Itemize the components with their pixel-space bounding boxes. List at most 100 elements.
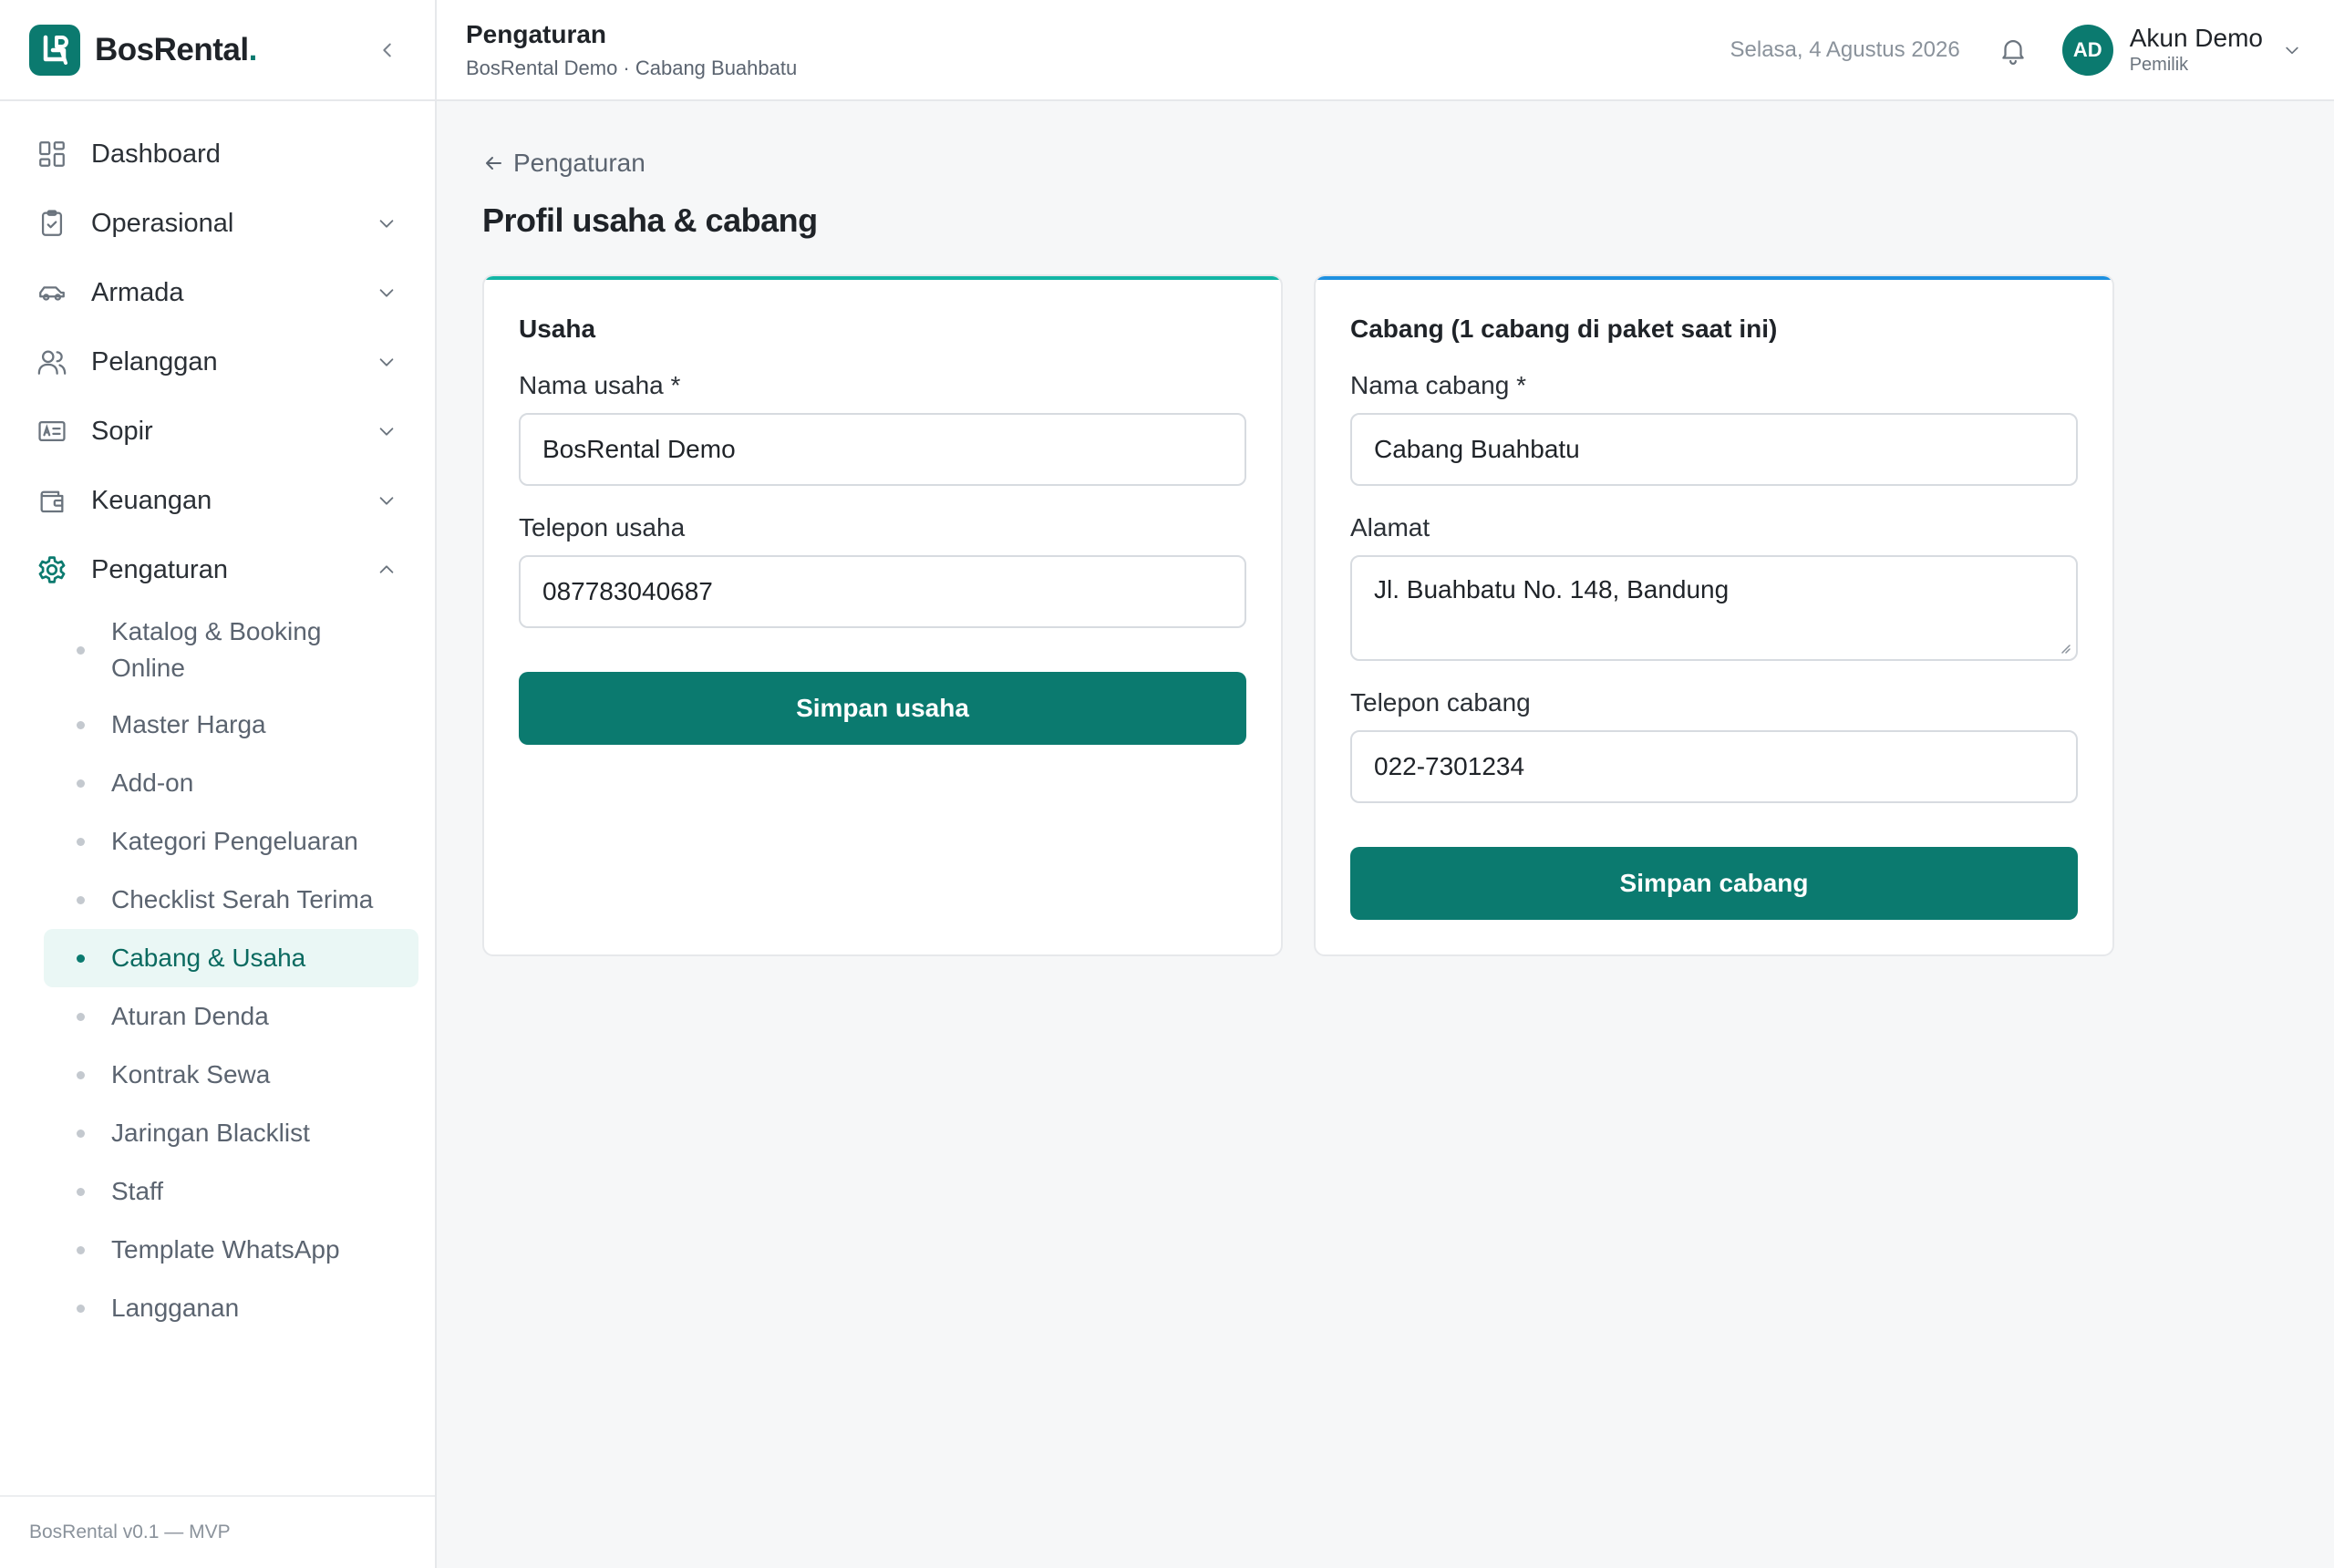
sidebar-item-dashboard[interactable]: Dashboard [0, 119, 435, 189]
nama-cabang-label: Nama cabang * [1350, 371, 1527, 399]
topbar-title: Pengaturan [466, 19, 607, 48]
nama-usaha-input[interactable]: BosRental Demo [519, 413, 1246, 486]
sidebar-item-keuangan[interactable]: Keuangan [0, 466, 435, 535]
bullet-dot [77, 646, 85, 655]
chevron-down-icon[interactable] [2279, 37, 2305, 63]
chevron-down-icon [373, 210, 400, 237]
subitem-label: Staff [111, 1177, 164, 1205]
bullet-dot [77, 721, 85, 729]
telepon-cabang-input[interactable]: 022-7301234 [1350, 730, 2078, 803]
subitem-label: Kategori Pengeluaran [111, 827, 358, 855]
subitem-label: Katalog & Booking Online [111, 617, 322, 682]
sidebar-item-pelanggan[interactable]: Pelanggan [0, 327, 435, 397]
back-link[interactable]: Pengaturan [482, 149, 645, 178]
topbar-titles: Pengaturan BosRental Demo · Cabang Buahb… [466, 20, 797, 80]
chevron-up-icon [373, 556, 400, 583]
arrow-left-icon [482, 152, 504, 174]
brand-name[interactable]: BosRental. [95, 32, 257, 68]
wallet-icon [35, 483, 69, 518]
clipboard-icon [35, 206, 69, 241]
telepon-cabang-label: Telepon cabang [1350, 688, 1531, 717]
sidebar-item-armada[interactable]: Armada [0, 258, 435, 327]
bell-icon[interactable] [1995, 32, 2031, 68]
subitem-label: Template WhatsApp [111, 1235, 340, 1264]
sidebar-item-operasional[interactable]: Operasional [0, 189, 435, 258]
bullet-dot [77, 954, 85, 963]
nama-usaha-label: Nama usaha * [519, 371, 681, 399]
subitem-label: Jaringan Blacklist [111, 1119, 310, 1147]
topbar-right: Selasa, 4 Agustus 2026 AD Akun Demo Pemi… [1730, 24, 2305, 76]
bullet-dot [77, 1188, 85, 1196]
version-footer: BosRental v0.1 — MVP [0, 1495, 435, 1568]
car-icon [35, 275, 69, 310]
subitem-kategori-pengeluaran[interactable]: Kategori Pengeluaran [44, 812, 418, 871]
users-icon [35, 345, 69, 379]
user-name: Akun Demo [2129, 24, 2263, 52]
bullet-dot [77, 896, 85, 904]
sidebar-item-label: Armada [91, 277, 184, 307]
bullet-dot [77, 779, 85, 788]
subitem-template-whatsapp[interactable]: Template WhatsApp [44, 1221, 418, 1279]
subitem-label: Add-on [111, 769, 194, 797]
page-title: Profil usaha & cabang [482, 201, 818, 239]
subitem-label: Langganan [111, 1294, 240, 1322]
main-content: Pengaturan Profil usaha & cabang Usaha N… [437, 101, 2334, 1568]
topbar-subtitle: BosRental Demo · Cabang Buahbatu [466, 56, 798, 79]
sidebar-item-label: Pelanggan [91, 346, 218, 377]
sidebar-item-label: Operasional [91, 208, 234, 238]
telepon-usaha-label: Telepon usaha [519, 513, 686, 542]
brand-header: BosRental. [0, 0, 435, 101]
resize-handle-icon[interactable] [2058, 641, 2071, 654]
alamat-textarea[interactable]: Jl. Buahbatu No. 148, Bandung [1350, 555, 2078, 661]
subitem-add-on[interactable]: Add-on [44, 754, 418, 812]
user-role: Pemilik [2129, 55, 2189, 75]
subitem-staff[interactable]: Staff [44, 1162, 418, 1221]
collapse-chevron-icon[interactable] [369, 32, 406, 68]
subitem-checklist-serah-terima[interactable]: Checklist Serah Terima [44, 871, 418, 929]
logo-icon[interactable] [29, 24, 80, 76]
current-date: Selasa, 4 Agustus 2026 [1730, 36, 1960, 62]
bullet-dot [77, 838, 85, 846]
topbar: Pengaturan BosRental Demo · Cabang Buahb… [437, 0, 2334, 101]
subitem-katalog-booking[interactable]: Katalog & Booking Online [44, 604, 418, 696]
subitem-jaringan-blacklist[interactable]: Jaringan Blacklist [44, 1104, 418, 1162]
subitem-langganan[interactable]: Langganan [44, 1279, 418, 1337]
chevron-down-icon [373, 279, 400, 306]
bullet-dot [77, 1130, 85, 1138]
alamat-label: Alamat [1350, 513, 1430, 542]
sidebar: BosRental. Dashboard Operasional Armada [0, 0, 437, 1568]
settings-submenu: Katalog & Booking Online Master Harga Ad… [0, 604, 435, 1337]
subitem-label: Master Harga [111, 710, 266, 738]
chevron-down-icon [373, 348, 400, 376]
user-info[interactable]: Akun Demo Pemilik [2130, 24, 2263, 76]
subitem-label: Kontrak Sewa [111, 1060, 271, 1088]
cabang-card: Cabang (1 cabang di paket saat ini) Nama… [1314, 274, 2114, 956]
chevron-down-icon [373, 487, 400, 514]
gear-icon [35, 552, 69, 587]
nama-cabang-input[interactable]: Cabang Buahbatu [1350, 413, 2078, 486]
avatar[interactable]: AD [2061, 24, 2113, 76]
alamat-value: Jl. Buahbatu No. 148, Bandung [1374, 575, 1730, 603]
sidebar-item-label: Sopir [91, 416, 153, 446]
dashboard-icon [35, 137, 69, 171]
bullet-dot [77, 1013, 85, 1021]
subitem-cabang-usaha[interactable]: Cabang & Usaha [44, 929, 418, 987]
subitem-label: Checklist Serah Terima [111, 885, 374, 913]
simpan-cabang-button[interactable]: Simpan cabang [1350, 847, 2078, 920]
subitem-kontrak-sewa[interactable]: Kontrak Sewa [44, 1046, 418, 1104]
bullet-dot [77, 1071, 85, 1079]
subitem-label: Cabang & Usaha [111, 944, 306, 972]
usaha-card-title: Usaha [519, 315, 596, 343]
telepon-usaha-input[interactable]: 087783040687 [519, 555, 1246, 628]
usaha-card: Usaha Nama usaha * BosRental Demo Telepo… [482, 274, 1283, 956]
subitem-aturan-denda[interactable]: Aturan Denda [44, 987, 418, 1046]
back-link-label: Pengaturan [513, 149, 645, 177]
bullet-dot [77, 1305, 85, 1313]
subitem-master-harga[interactable]: Master Harga [44, 696, 418, 754]
simpan-usaha-button[interactable]: Simpan usaha [519, 672, 1246, 745]
sidebar-item-sopir[interactable]: Sopir [0, 397, 435, 466]
cabang-card-title: Cabang (1 cabang di paket saat ini) [1350, 315, 1778, 343]
sidebar-nav: Dashboard Operasional Armada Pelanggan S… [0, 101, 435, 1337]
cards-row: Usaha Nama usaha * BosRental Demo Telepo… [482, 274, 2288, 956]
sidebar-item-pengaturan[interactable]: Pengaturan [0, 535, 435, 604]
